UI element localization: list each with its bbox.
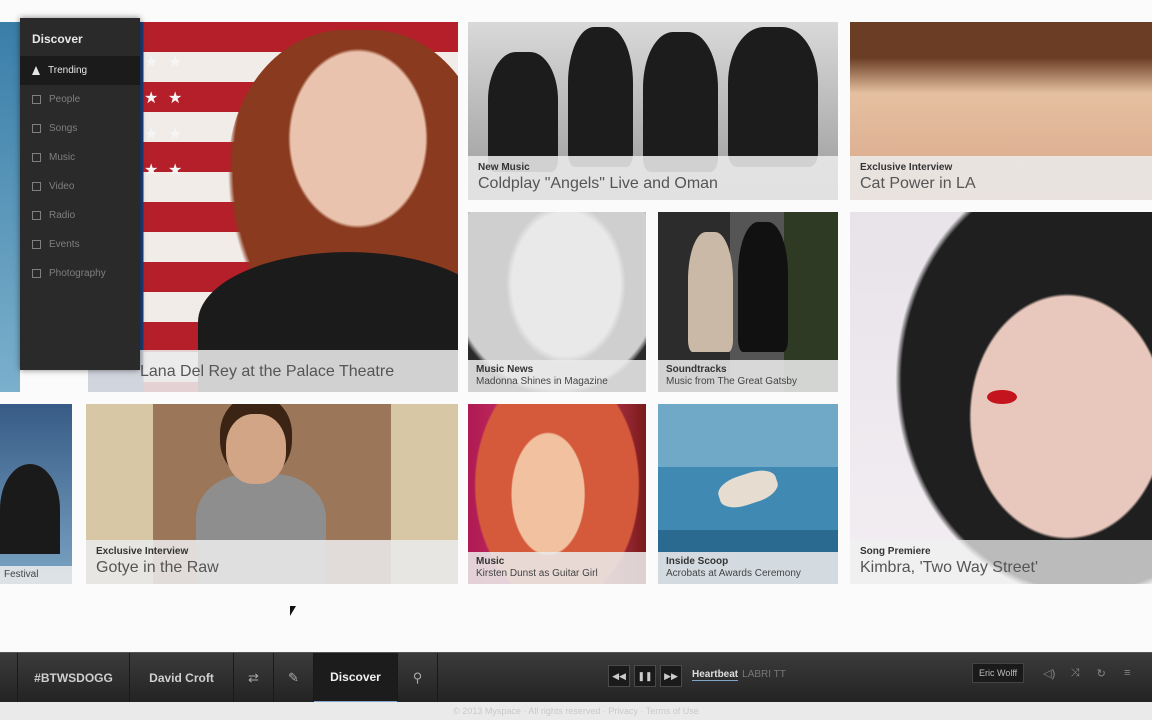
- previous-track-icon[interactable]: ◀◀: [608, 665, 630, 687]
- tile-caption: Exclusive Interview Gotye in the Raw: [86, 540, 458, 584]
- now-playing[interactable]: Heartbeat LABRI TT: [692, 669, 786, 681]
- tile-music-performer[interactable]: Music Kirsten Dunst as Guitar Girl: [468, 404, 646, 584]
- bar-spacer: [0, 652, 18, 703]
- tile-category: Exclusive Interview: [96, 546, 189, 557]
- tile-photo: ★ ★ ★ ★ ★ ★ ★ ★: [88, 22, 458, 392]
- tile-caption: Festival: [0, 566, 72, 584]
- menu-item-label: Music: [49, 152, 76, 163]
- tile-category: New Music: [478, 162, 530, 173]
- tile-festival[interactable]: Festival: [0, 404, 72, 584]
- tile-caption: Music Kirsten Dunst as Guitar Girl: [468, 552, 646, 584]
- tile-caption: Lana Del Rey at the Palace Theatre: [88, 350, 458, 392]
- menu-item-label: People: [49, 94, 81, 105]
- trending-icon: [32, 66, 40, 75]
- tile-category: Music News: [476, 364, 534, 375]
- tile-title: Lana Del Rey at the Palace Theatre: [140, 363, 395, 380]
- menu-item-label: Songs: [49, 123, 78, 134]
- tile-caption: Soundtracks Music from The Great Gatsby: [658, 360, 838, 392]
- tile-category: Inside Scoop: [666, 556, 729, 567]
- playback-controls: ◀◀ ❚❚ ▶▶: [608, 665, 682, 687]
- shuffle-icon[interactable]: ⤨: [1064, 662, 1086, 684]
- menu-item-label: Photography: [49, 268, 106, 279]
- tile-caption: Music News Madonna Shines in Magazine: [468, 360, 646, 392]
- tile-title: Festival: [4, 569, 39, 580]
- discover-button[interactable]: Discover: [314, 652, 398, 703]
- tile-coldplay[interactable]: New Music Coldplay "Angels" Live and Oma…: [468, 22, 838, 200]
- tile-photo: [0, 404, 72, 584]
- tile-title: Kirsten Dunst as Guitar Girl: [476, 568, 598, 579]
- menu-item-label: Trending: [48, 65, 88, 76]
- queue-icon[interactable]: ≡: [1116, 662, 1138, 684]
- tile-title: Gotye in the Raw: [96, 559, 219, 576]
- mouse-cursor-icon: [290, 606, 296, 616]
- menu-item-radio[interactable]: Radio: [20, 201, 140, 230]
- tile-title: Music from The Great Gatsby: [666, 376, 797, 387]
- next-track-icon[interactable]: ▶▶: [660, 665, 682, 687]
- tile-lana-del-rey[interactable]: ★ ★ ★ ★ ★ ★ ★ ★ Lana Del Rey at the Palace T…: [88, 22, 458, 392]
- brand-label: #BTWSDOGG: [34, 670, 113, 685]
- tile-caption: New Music Coldplay "Angels" Live and Oma…: [468, 156, 838, 200]
- photography-icon: [32, 269, 41, 278]
- video-icon: [32, 182, 41, 191]
- menu-item-trending[interactable]: Trending: [20, 56, 140, 85]
- music-icon: [32, 153, 41, 162]
- tile-caption: Song Premiere Kimbra, 'Two Way Street': [850, 540, 1152, 584]
- tile-title: Madonna Shines in Magazine: [476, 376, 608, 387]
- tile-cat-power[interactable]: Exclusive Interview Cat Power in LA: [850, 22, 1152, 200]
- tile-title: Coldplay "Angels" Live and Oman: [478, 175, 718, 192]
- tile-category: Soundtracks: [666, 364, 727, 375]
- tile-category: Exclusive Interview: [860, 162, 953, 173]
- tile-kimbra[interactable]: Song Premiere Kimbra, 'Two Way Street': [850, 212, 1152, 584]
- tile-madonna[interactable]: Music News Madonna Shines in Magazine: [468, 212, 646, 392]
- radio-icon: [32, 211, 41, 220]
- tile-title: Acrobats at Awards Ceremony: [666, 568, 801, 579]
- volume-icon[interactable]: ◁): [1038, 662, 1060, 684]
- repeat-icon[interactable]: ↻: [1090, 662, 1112, 684]
- user-profile-button[interactable]: David Croft: [130, 652, 234, 703]
- user-name: David Croft: [149, 670, 214, 685]
- right-user-badge[interactable]: Eric Wolff: [972, 663, 1025, 683]
- discover-page: Festival ★ ★ ★ ★ ★ ★ ★ ★ Lana Del Rey at the…: [0, 0, 1152, 720]
- tile-inside-scoop[interactable]: Inside Scoop Acrobats at Awards Ceremony: [658, 404, 838, 584]
- now-playing-artist: LABRI TT: [742, 669, 786, 680]
- right-controls: Eric Wolff ◁) ⤨ ↻ ≡: [972, 662, 1138, 684]
- menu-item-label: Events: [49, 239, 80, 250]
- menu-item-video[interactable]: Video: [20, 172, 140, 201]
- menu-item-photography[interactable]: Photography: [20, 259, 140, 288]
- menu-item-music[interactable]: Music: [20, 143, 140, 172]
- discover-menu: Discover Trending People Songs Music Vid…: [20, 18, 140, 370]
- people-icon: [32, 95, 41, 104]
- menu-item-label: Radio: [49, 210, 76, 221]
- tile-photo: [0, 22, 20, 392]
- tile-caption: Inside Scoop Acrobats at Awards Ceremony: [658, 552, 838, 584]
- pause-icon[interactable]: ❚❚: [634, 665, 656, 687]
- songs-icon: [32, 124, 41, 133]
- tile-title: Cat Power in LA: [860, 175, 976, 192]
- menu-title: Discover: [32, 32, 83, 46]
- menu-item-songs[interactable]: Songs: [20, 114, 140, 143]
- discover-label: Discover: [330, 669, 381, 684]
- menu-item-events[interactable]: Events: [20, 230, 140, 259]
- tile-category: Song Premiere: [860, 546, 931, 557]
- compose-icon[interactable]: ✎: [274, 652, 314, 703]
- events-icon: [32, 240, 41, 249]
- now-playing-title: Heartbeat: [692, 669, 739, 681]
- tile-gotye[interactable]: Exclusive Interview Gotye in the Raw: [86, 404, 458, 584]
- tile-category: Music: [476, 556, 505, 567]
- tile-photo: [850, 212, 1152, 584]
- tile-title: Kimbra, 'Two Way Street': [860, 559, 1039, 576]
- menu-item-label: Video: [49, 181, 75, 192]
- connections-icon[interactable]: ⇄: [234, 652, 274, 703]
- tile-great-gatsby[interactable]: Soundtracks Music from The Great Gatsby: [658, 212, 838, 392]
- footer-status: © 2013 Myspace · All rights reserved · P…: [0, 702, 1152, 720]
- tile-partial-top-left[interactable]: [0, 22, 20, 392]
- menu-item-people[interactable]: People: [20, 85, 140, 114]
- tile-caption: Exclusive Interview Cat Power in LA: [850, 156, 1152, 200]
- search-icon[interactable]: ⚲: [398, 652, 438, 703]
- brand-button[interactable]: #BTWSDOGG: [18, 652, 130, 703]
